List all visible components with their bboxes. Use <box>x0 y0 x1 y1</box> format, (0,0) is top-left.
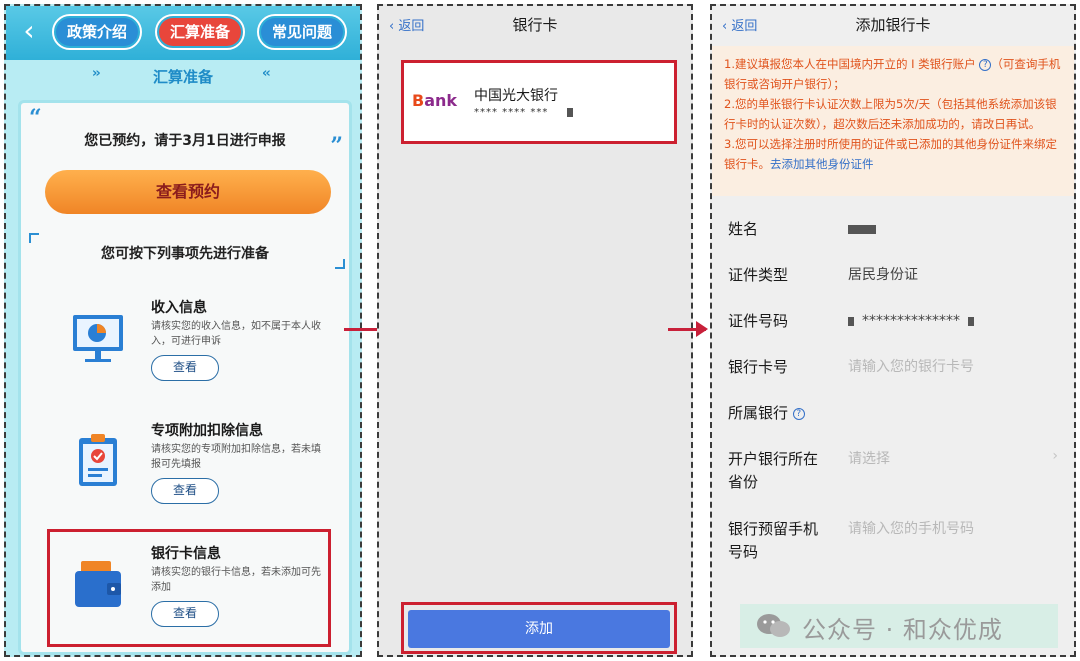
corner-bracket-icon <box>29 233 39 243</box>
card-number: **** **** *** <box>474 107 573 118</box>
item-title: 收入信息 <box>151 300 207 316</box>
redaction-mask <box>848 316 854 326</box>
corner-bracket-icon <box>335 259 345 269</box>
id-type-label: 证件类型 <box>728 266 789 284</box>
close-quote-icon: ” <box>330 133 343 159</box>
redaction-mask <box>848 224 876 234</box>
id-number-text: ************** <box>862 313 960 329</box>
redaction-mask <box>968 316 974 326</box>
double-arrow-left-icon: ‹‹ <box>262 66 271 81</box>
card-number-text: **** **** *** <box>474 107 549 118</box>
income-info-item: 收入信息 请核实您的收入信息，如不属于本人收入，可进行申诉 查看 <box>51 297 331 407</box>
highlight-box: 添加 <box>401 602 677 654</box>
card-number-input[interactable]: 请输入您的银行卡号 <box>848 356 974 379</box>
id-type-value: 居民身份证 <box>848 267 918 283</box>
notice-line-2: 2.您的单张银行卡认证次数上限为5次/天（包括其他系统添加该银行卡时的认证次数）… <box>724 97 1057 131</box>
header: ‹ 返回 银行卡 <box>379 6 691 46</box>
phone-input[interactable]: 请输入您的手机号码 <box>848 518 974 541</box>
view-income-button[interactable]: 查看 <box>151 355 219 381</box>
notice-box: 1.建议填报您本人在中国境内开立的 I 类银行账户 ? （可查询手机银行或咨询开户… <box>712 46 1074 196</box>
deduction-info-item: 专项附加扣除信息 请核实您的专项附加扣除信息，若未填报可先填报 查看 <box>51 420 331 530</box>
item-desc: 请核实您的收入信息，如不属于本人收入，可进行申诉 <box>151 321 321 347</box>
tax-prep-panel: ‹ 政策介绍 汇算准备 常见问题 ›› 汇算准备 ‹‹ “ 您已预约，请于3月1… <box>4 4 362 657</box>
province-label: 开户银行所在 省份 <box>728 448 818 494</box>
chevron-right-icon: › <box>1052 448 1058 464</box>
id-number-label: 证件号码 <box>728 312 789 330</box>
item-desc: 请核实您的专项附加扣除信息，若未填报可先填报 <box>151 444 321 470</box>
add-other-id-link[interactable]: 去添加其他身份证件 <box>770 157 874 171</box>
presentation-chart-icon <box>73 315 123 362</box>
bank-name: 中国光大银行 <box>474 88 558 104</box>
bank-label-text: 所属银行 <box>728 404 789 422</box>
page-title: 添加银行卡 <box>855 16 931 34</box>
bank-card-item[interactable]: Bank 中国光大银行 **** **** *** <box>401 60 677 144</box>
arrow-right-icon <box>668 321 708 337</box>
watermark-text: 公众号 · 和众优成 <box>802 616 1003 644</box>
view-appointment-button[interactable]: 查看预约 <box>45 170 331 214</box>
add-bank-card-panel: ‹ 返回 添加银行卡 1.建议填报您本人在中国境内开立的 I 类银行账户 ? （可… <box>710 4 1076 657</box>
watermark: 公众号 · 和众优成 <box>740 604 1058 648</box>
back-chevron-icon[interactable]: ‹ <box>14 16 44 46</box>
prep-card: “ 您已预约，请于3月1日进行申报 ” 查看预约 您可按下列事项先进行准备 收入… <box>18 100 352 655</box>
phone-label-line1: 银行预留手机 <box>728 520 819 538</box>
header: ‹ 返回 添加银行卡 <box>712 6 1074 46</box>
name-label: 姓名 <box>728 220 759 238</box>
help-icon[interactable]: ? <box>792 407 805 420</box>
page-title: 银行卡 <box>512 16 558 34</box>
tab-policy-intro[interactable]: 政策介绍 <box>52 14 142 50</box>
highlight-box <box>47 529 331 647</box>
appointment-text: 您已预约，请于3月1日进行申报 <box>84 133 286 149</box>
card-number-label: 银行卡号 <box>728 358 789 376</box>
bank-card-list-panel: ‹ 返回 银行卡 Bank 中国光大银行 **** **** *** 添加 <box>377 4 693 657</box>
province-select[interactable]: 请选择 <box>848 448 890 471</box>
tab-settlement-prep[interactable]: 汇算准备 <box>155 14 245 50</box>
clipboard-check-icon <box>79 434 117 486</box>
notice-line-1: 1.建议填报您本人在中国境内开立的 I 类银行账户 <box>724 57 976 71</box>
province-label-line1: 开户银行所在 <box>728 450 819 468</box>
section-title: 汇算准备 <box>152 68 213 86</box>
top-tab-bar: ‹ 政策介绍 汇算准备 常见问题 <box>6 6 360 60</box>
open-quote-icon: “ <box>29 105 42 131</box>
phone-label: 银行预留手机 号码 <box>728 518 818 564</box>
id-number-value: ************** <box>848 310 974 333</box>
name-value <box>848 218 876 241</box>
tab-faq[interactable]: 常见问题 <box>257 14 347 50</box>
prepare-text: 您可按下列事项先进行准备 <box>101 246 269 262</box>
item-title: 专项附加扣除信息 <box>151 423 263 439</box>
province-label-line2: 省份 <box>728 473 759 491</box>
redaction-mask <box>566 107 573 117</box>
bank-label: 所属银行 ? <box>728 402 805 425</box>
bank-logo: Bank <box>412 91 458 110</box>
phone-label-line2: 号码 <box>728 543 759 561</box>
view-deduction-button[interactable]: 查看 <box>151 478 219 504</box>
add-button[interactable]: 添加 <box>408 610 670 648</box>
help-icon[interactable]: ? <box>979 58 992 71</box>
wechat-icon <box>757 614 790 637</box>
